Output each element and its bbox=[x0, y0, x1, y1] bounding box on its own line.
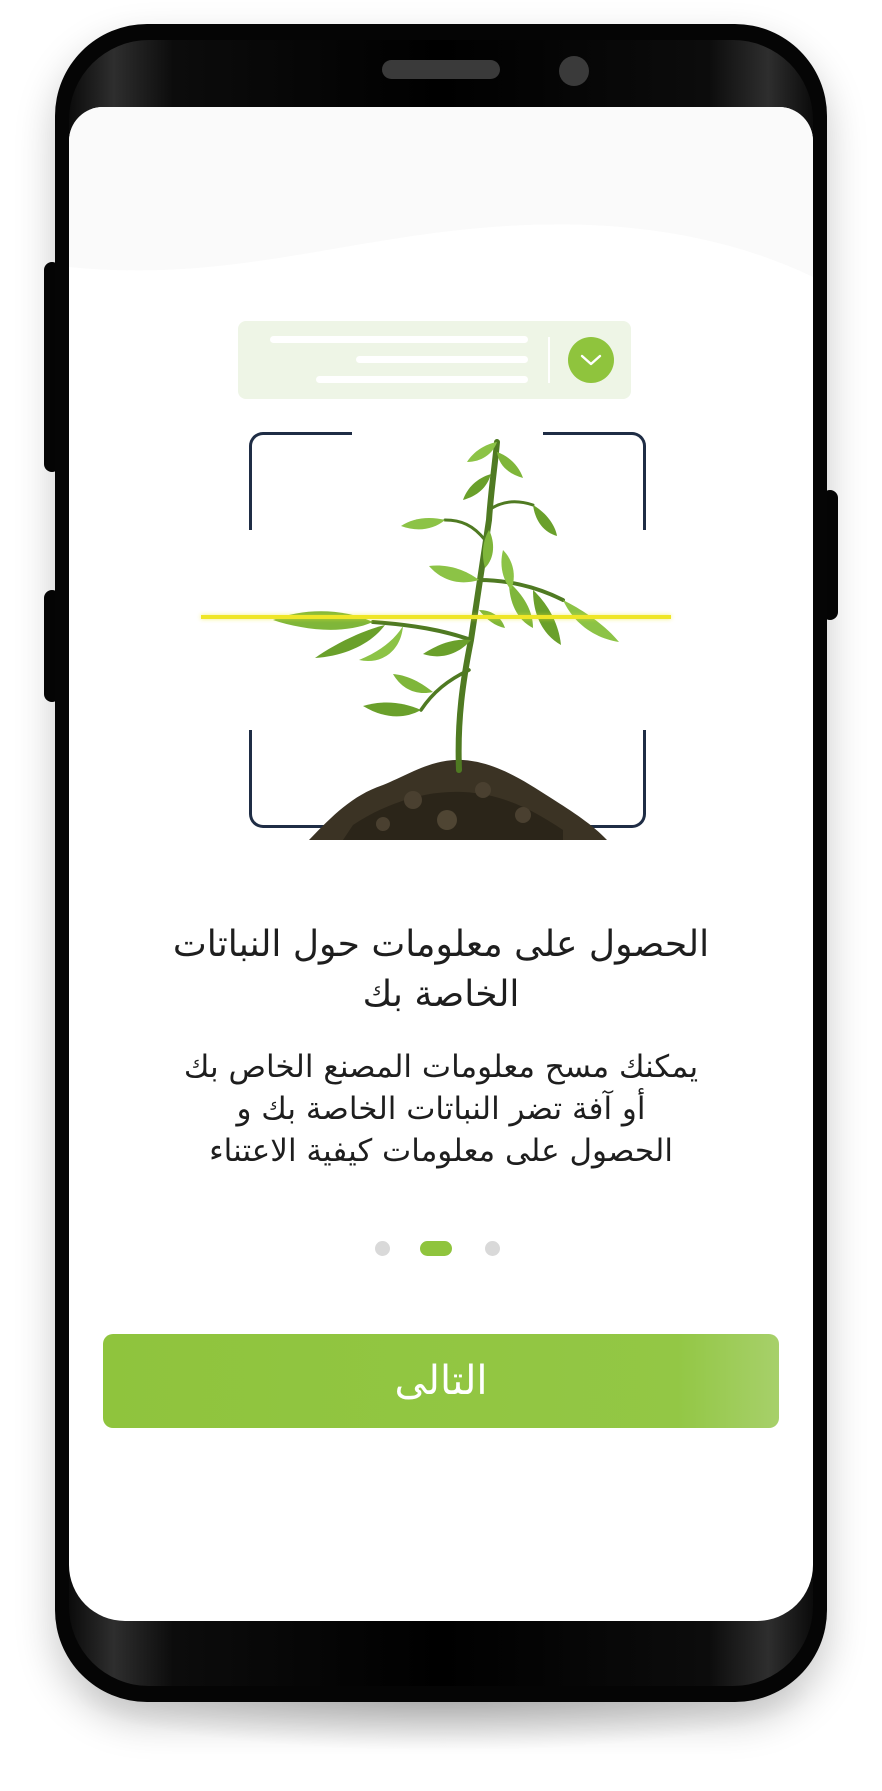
description-line: يمكنك مسح معلومات المصنع الخاص بك bbox=[183, 1049, 699, 1085]
chevron-down-icon[interactable] bbox=[568, 337, 614, 383]
page-indicator bbox=[375, 1238, 511, 1258]
page-dot-2-active[interactable] bbox=[420, 1241, 452, 1256]
onboarding-description: يمكنك مسح معلومات المصنع الخاص بك أو آفة… bbox=[69, 1046, 813, 1172]
page-dot-3[interactable] bbox=[485, 1241, 500, 1256]
title-line: الخاصة بك bbox=[362, 974, 520, 1015]
scan-line bbox=[201, 615, 671, 619]
next-button[interactable]: التالى bbox=[103, 1334, 779, 1428]
scan-result-bar bbox=[238, 321, 631, 399]
header-wave bbox=[69, 107, 813, 277]
front-camera bbox=[559, 56, 589, 86]
page-dot-1[interactable] bbox=[375, 1241, 390, 1256]
title-line: الحصول على معلومات حول النباتات bbox=[172, 924, 710, 965]
speaker-grille bbox=[382, 60, 500, 79]
search-divider bbox=[548, 337, 550, 383]
text-placeholder-line bbox=[270, 336, 528, 343]
plant-scanner bbox=[201, 430, 693, 960]
text-placeholder-line bbox=[316, 376, 528, 383]
onboarding-title: الحصول على معلومات حول النباتات الخاصة ب… bbox=[69, 920, 813, 1020]
text-placeholder-line bbox=[356, 356, 528, 363]
description-line: أو آفة تضر النباتات الخاصة بك و bbox=[236, 1091, 646, 1127]
description-line: الحصول على معلومات كيفية الاعتناء bbox=[209, 1133, 673, 1169]
plant-icon bbox=[273, 439, 619, 840]
mockup-canvas: الحصول على معلومات حول النباتات الخاصة ب… bbox=[0, 0, 882, 1791]
